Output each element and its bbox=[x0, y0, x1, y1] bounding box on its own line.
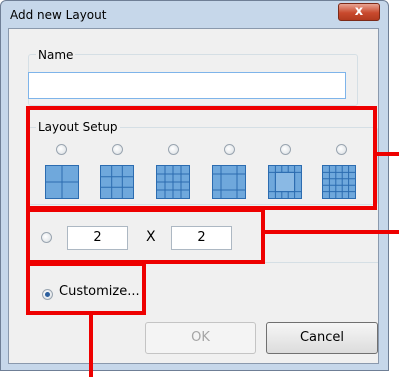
name-input[interactable] bbox=[28, 72, 346, 99]
dialog-title: Add new Layout bbox=[10, 8, 107, 22]
annotation-leader-line-1 bbox=[377, 152, 399, 156]
name-group-label: Name bbox=[36, 48, 76, 62]
annotation-layout-setup-box bbox=[26, 106, 377, 210]
title-bar[interactable]: Add new Layout x bbox=[1, 1, 388, 29]
cancel-button[interactable]: Cancel bbox=[266, 322, 378, 354]
annotation-grid-box bbox=[26, 208, 265, 264]
annotation-leader-line-3 bbox=[89, 315, 93, 377]
annotation-customize-box bbox=[26, 262, 146, 315]
close-button[interactable]: x bbox=[338, 3, 380, 21]
ok-button[interactable]: OK bbox=[145, 322, 256, 354]
annotation-leader-line-2 bbox=[265, 230, 399, 234]
